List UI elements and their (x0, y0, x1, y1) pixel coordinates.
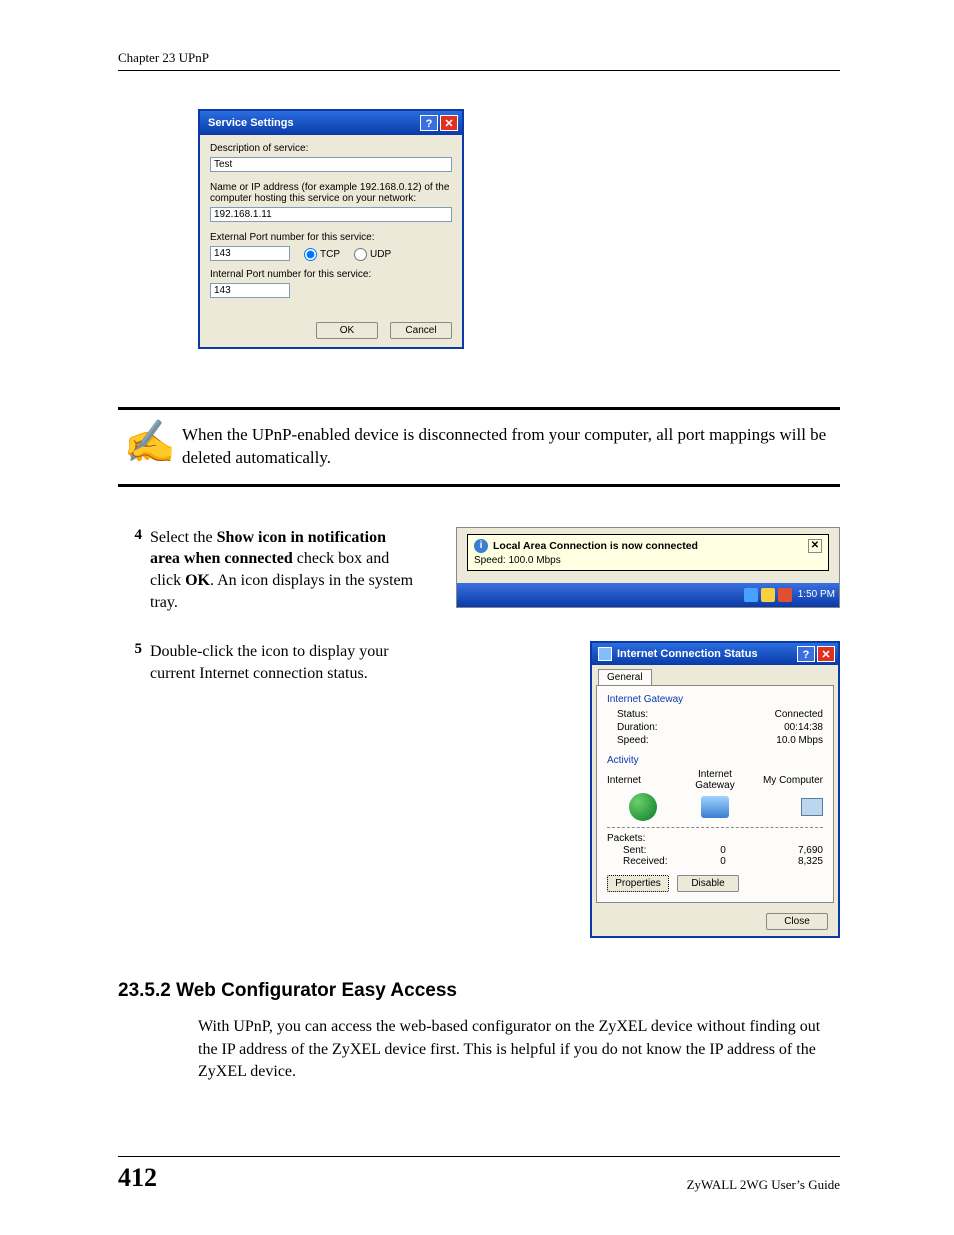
group-activity: Activity (607, 755, 823, 766)
tray-notification: i Local Area Connection is now connected… (456, 527, 840, 608)
step-4: 4 Select the Show icon in notification a… (118, 527, 840, 613)
internet-connection-status-dialog: Internet Connection Status ? ✕ General I… (590, 641, 840, 938)
guide-name: ZyWALL 2WG User’s Guide (687, 1177, 840, 1193)
gateway-icon (701, 796, 729, 818)
network-icon[interactable] (744, 588, 758, 602)
external-port-label: External Port number for this service: (210, 232, 452, 243)
sent-label: Sent: (623, 845, 689, 856)
speed-label: Speed: (617, 735, 649, 746)
balloon-tip: i Local Area Connection is now connected… (467, 534, 829, 571)
help-icon[interactable]: ? (420, 115, 438, 131)
host-input[interactable] (210, 207, 452, 222)
note-text: When the UPnP-enabled device is disconne… (182, 424, 840, 470)
window-icon (598, 647, 612, 661)
taskbar: 1:50 PM (457, 583, 839, 607)
close-icon[interactable]: ✕ (440, 115, 458, 131)
info-icon: i (474, 539, 488, 553)
globe-icon (629, 793, 657, 821)
volume-icon[interactable] (778, 588, 792, 602)
received-label: Received: (623, 856, 689, 867)
udp-radio[interactable]: UDP (354, 248, 391, 261)
disable-button[interactable]: Disable (677, 875, 739, 892)
dialog-title: Service Settings (208, 117, 294, 129)
status-label: Status: (617, 709, 648, 720)
clock: 1:50 PM (798, 589, 835, 600)
balloon-title: Local Area Connection is now connected (493, 540, 698, 552)
duration-label: Duration: (617, 722, 658, 733)
received-pc-value: 8,325 (757, 856, 823, 867)
step-number: 4 (118, 527, 150, 613)
description-label: Description of service: (210, 143, 452, 154)
close-icon[interactable]: ✕ (817, 646, 835, 662)
sent-gw-value: 0 (690, 845, 756, 856)
step-text: Select the Show icon in notification are… (150, 527, 418, 613)
computer-icon (801, 798, 823, 816)
properties-button[interactable]: Properties (607, 875, 669, 892)
description-input[interactable] (210, 157, 452, 172)
activity-gateway-label: Internet Gateway (679, 769, 750, 791)
dialog-title: Internet Connection Status (617, 648, 795, 660)
page-number: 412 (118, 1163, 157, 1193)
step-number: 5 (118, 641, 150, 938)
service-settings-dialog: Service Settings ? ✕ Description of serv… (198, 109, 464, 349)
note-block: ✍ When the UPnP-enabled device is discon… (118, 407, 840, 487)
section-heading: 23.5.2 Web Configurator Easy Access (118, 980, 840, 1002)
external-port-input[interactable] (210, 246, 290, 261)
activity-internet-label: Internet (607, 775, 678, 786)
balloon-speed: Speed: 100.0 Mbps (474, 555, 822, 566)
received-gw-value: 0 (690, 856, 756, 867)
page-footer: 412 ZyWALL 2WG User’s Guide (118, 1156, 840, 1193)
systray-icons (744, 588, 792, 602)
udp-label: UDP (370, 249, 391, 260)
step-5: 5 Double-click the icon to display your … (118, 641, 840, 938)
sent-pc-value: 7,690 (757, 845, 823, 856)
speed-value: 10.0 Mbps (776, 735, 823, 746)
help-icon[interactable]: ? (797, 646, 815, 662)
balloon-close-icon[interactable]: ✕ (808, 539, 822, 553)
activity-computer-label: My Computer (752, 775, 823, 786)
host-label: Name or IP address (for example 192.168.… (210, 182, 452, 204)
note-icon: ✍ (118, 424, 182, 462)
close-button[interactable]: Close (766, 913, 828, 930)
chapter-header: Chapter 23 UPnP (118, 50, 840, 71)
dialog-titlebar: Internet Connection Status ? ✕ (592, 643, 838, 665)
tcp-label: TCP (320, 249, 340, 260)
status-value: Connected (775, 709, 823, 720)
packets-label: Packets: (607, 833, 645, 844)
cancel-button[interactable]: Cancel (390, 322, 452, 339)
step-text: Double-click the icon to display your cu… (150, 641, 418, 938)
group-internet-gateway: Internet Gateway (607, 694, 823, 705)
tcp-radio[interactable]: TCP (304, 248, 340, 261)
dialog-titlebar: Service Settings ? ✕ (200, 111, 462, 135)
ok-button[interactable]: OK (316, 322, 378, 339)
tab-general[interactable]: General (598, 669, 652, 685)
internal-port-label: Internal Port number for this service: (210, 269, 452, 280)
internal-port-input[interactable] (210, 283, 290, 298)
shield-icon[interactable] (761, 588, 775, 602)
duration-value: 00:14:38 (784, 722, 823, 733)
section-paragraph: With UPnP, you can access the web-based … (198, 1016, 840, 1083)
